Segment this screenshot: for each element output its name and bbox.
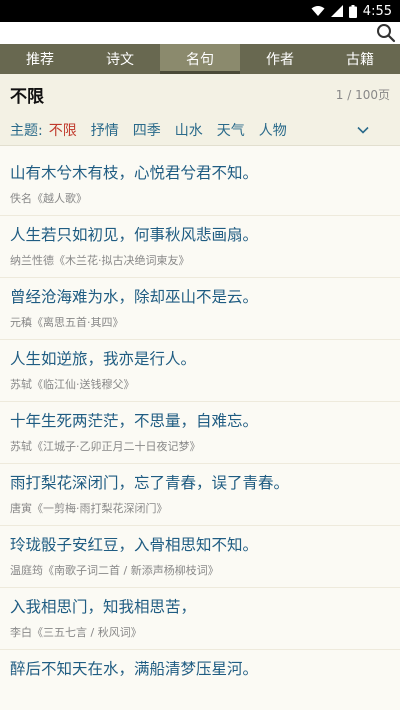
tab-classics[interactable]: 古籍 xyxy=(320,44,400,74)
list-item[interactable]: 雨打梨花深闭门，忘了青春，误了青春。 唐寅《一剪梅·雨打梨花深闭门》 xyxy=(0,464,400,526)
tab-famous-lines[interactable]: 名句 xyxy=(160,44,240,74)
list-item[interactable]: 曾经沧海难为水，除却巫山不是云。 元稹《离思五首·其四》 xyxy=(0,278,400,340)
status-time: 4:55 xyxy=(362,3,392,19)
status-bar: 4:55 xyxy=(0,0,400,22)
tab-bar: 推荐 诗文 名句 作者 古籍 xyxy=(0,44,400,74)
quote-text[interactable]: 人生如逆旅，我亦是行人。 xyxy=(10,348,390,370)
search-bar xyxy=(0,22,400,44)
quote-list: 山有木兮木有枝，心悦君兮君不知。 佚名《越人歌》 人生若只如初见，何事秋风悲画扇… xyxy=(0,154,400,710)
list-item[interactable]: 山有木兮木有枝，心悦君兮君不知。 佚名《越人歌》 xyxy=(0,154,400,216)
quote-source: 李白《三五七言 / 秋风词》 xyxy=(10,626,142,639)
list-item[interactable]: 人生若只如初见，何事秋风悲画扇。 纳兰性德《木兰花·拟古决绝词柬友》 xyxy=(0,216,400,278)
search-icon[interactable] xyxy=(376,23,396,43)
list-item[interactable]: 醉后不知天在水，满船清梦压星河。 xyxy=(0,650,400,710)
filter-option-weather[interactable]: 天气 xyxy=(217,120,245,140)
quote-source: 温庭筠《南歌子词二首 / 新添声杨柳枝词》 xyxy=(10,564,219,577)
filter-option-seasons[interactable]: 四季 xyxy=(133,120,161,140)
quote-text[interactable]: 山有木兮木有枝，心悦君兮君不知。 xyxy=(10,162,390,184)
quote-text[interactable]: 入我相思门，知我相思苦， xyxy=(10,596,390,618)
quote-text[interactable]: 十年生死两茫茫，不思量，自难忘。 xyxy=(10,410,390,432)
list-header: 不限 1 / 100页 xyxy=(0,74,400,114)
quote-source: 苏轼《临江仙·送钱穆父》 xyxy=(10,378,135,391)
list-item[interactable]: 玲珑骰子安红豆，入骨相思知不知。 温庭筠《南歌子词二首 / 新添声杨柳枝词》 xyxy=(0,526,400,588)
list-item[interactable]: 入我相思门，知我相思苦， 李白《三五七言 / 秋风词》 xyxy=(0,588,400,650)
quote-source: 苏轼《江城子·乙卯正月二十日夜记梦》 xyxy=(10,440,201,453)
search-input[interactable] xyxy=(0,22,400,44)
chevron-down-icon[interactable] xyxy=(356,123,370,137)
quote-text[interactable]: 雨打梨花深闭门，忘了青春，误了青春。 xyxy=(10,472,390,494)
tab-recommend[interactable]: 推荐 xyxy=(0,44,80,74)
quote-source: 纳兰性德《木兰花·拟古决绝词柬友》 xyxy=(10,254,190,267)
page-title: 不限 xyxy=(10,86,44,107)
wifi-icon xyxy=(311,5,325,17)
theme-filter: 主题: 不限 抒情 四季 山水 天气 人物 xyxy=(0,114,400,146)
filter-option-lyrical[interactable]: 抒情 xyxy=(91,120,119,140)
quote-text[interactable]: 曾经沧海难为水，除却巫山不是云。 xyxy=(10,286,390,308)
quote-text[interactable]: 醉后不知天在水，满船清梦压星河。 xyxy=(10,658,390,680)
quote-source: 佚名《越人歌》 xyxy=(10,192,87,205)
battery-icon xyxy=(348,4,357,18)
signal-icon xyxy=(330,5,343,17)
quote-text[interactable]: 人生若只如初见，何事秋风悲画扇。 xyxy=(10,224,390,246)
filter-option-landscape[interactable]: 山水 xyxy=(175,120,203,140)
quote-text[interactable]: 玲珑骰子安红豆，入骨相思知不知。 xyxy=(10,534,390,556)
filter-option-all[interactable]: 不限 xyxy=(49,120,77,140)
quote-source: 元稹《离思五首·其四》 xyxy=(10,316,124,329)
filter-option-people[interactable]: 人物 xyxy=(259,120,287,140)
list-item[interactable]: 人生如逆旅，我亦是行人。 苏轼《临江仙·送钱穆父》 xyxy=(0,340,400,402)
tab-poems[interactable]: 诗文 xyxy=(80,44,160,74)
quote-source: 唐寅《一剪梅·雨打梨花深闭门》 xyxy=(10,502,168,515)
page-indicator: 1 / 100页 xyxy=(335,87,390,102)
filter-label: 主题: xyxy=(10,122,43,139)
tab-authors[interactable]: 作者 xyxy=(240,44,320,74)
list-item[interactable]: 十年生死两茫茫，不思量，自难忘。 苏轼《江城子·乙卯正月二十日夜记梦》 xyxy=(0,402,400,464)
